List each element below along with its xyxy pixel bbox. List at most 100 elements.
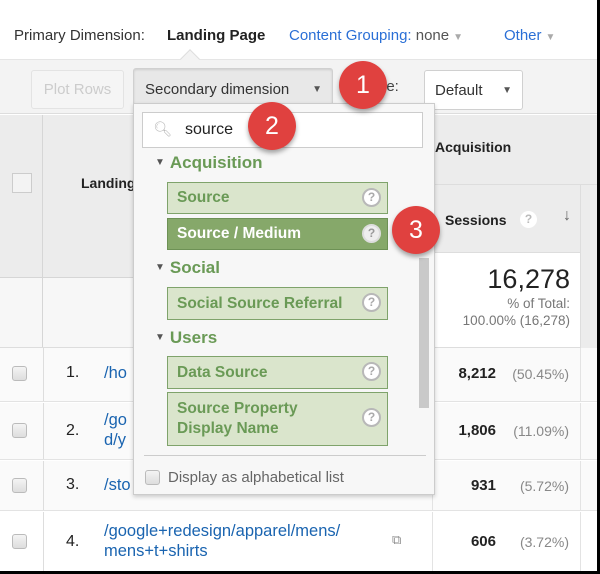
next-column-header [580,185,597,348]
sessions-percent: (3.72%) [519,534,569,550]
option-label: Source / Medium [177,225,302,242]
help-icon[interactable]: ? [362,293,381,312]
content-grouping-label: Content Grouping: [289,27,412,44]
help-icon[interactable]: ? [362,188,381,207]
landing-page-link[interactable]: /go d/y [104,410,127,450]
acquisition-label: Acquisition [435,139,512,155]
divider [144,455,426,456]
sessions-header[interactable]: Sessions ? ↓ [432,185,597,253]
help-icon[interactable]: ? [362,362,381,381]
column-divider [43,461,44,510]
sessions-value: 1,806 [458,422,496,439]
callout-2: 2 [248,102,296,150]
option-social-source-referral[interactable]: Social Source Referral? [167,287,388,320]
link-line: d/y [104,431,127,449]
alphabetical-list-label[interactable]: Display as alphabetical list [168,469,344,486]
secondary-dimension-dropdown: 🔍︎ source ▼ Acquisition Source? Source / … [133,103,435,495]
column-divider [43,512,44,571]
checkbox-column [0,115,43,277]
link-line: /go [104,411,127,429]
primary-dimension-label: Primary Dimension: [14,27,145,44]
row-number: 2. [66,422,80,439]
landing-page-link[interactable]: /ho [104,363,127,383]
content-grouping-dropdown[interactable]: Content Grouping: none ▼ [289,27,463,44]
option-source-property-display-name[interactable]: Source Property Display Name? [167,392,388,446]
chevron-down-icon: ▼ [312,83,322,95]
row-checkbox[interactable] [12,534,27,549]
category-label: Social [169,258,220,277]
report-view: Primary Dimension: Landing Page Content … [0,0,597,571]
help-icon[interactable]: ? [362,408,381,427]
landing-page-link[interactable]: /sto [104,475,131,495]
row-checkbox[interactable] [12,423,27,438]
select-all-checkbox[interactable] [12,173,32,193]
other-dimension-dropdown[interactable]: Other ▼ [504,27,555,44]
total-value: 16,278 [487,264,570,294]
caret-down-icon: ▼ [155,332,165,343]
category-label: Acquisition [169,153,263,172]
option-label: Source [177,189,230,206]
option-label: Source Property Display Name [177,400,298,437]
caret-down-icon: ▼ [155,262,165,273]
row-number: 1. [66,364,80,381]
sessions-label: Sessions [445,212,507,228]
callout-1: 1 [339,61,387,109]
row-checkbox[interactable] [12,366,27,381]
option-label: Social Source Referral [177,295,343,312]
row-number: 4. [66,533,80,550]
primary-dimension-bar: Primary Dimension: Landing Page Content … [0,0,597,69]
sessions-percent: (11.09%) [513,423,569,439]
callout-3: 3 [392,206,440,254]
chevron-down-icon: ▼ [453,32,464,43]
column-divider [432,512,433,571]
chevron-down-icon: ▼ [545,32,556,43]
help-icon[interactable]: ? [362,224,381,243]
total-pct-label: % of Total: [507,296,570,311]
landing-page-link[interactable]: /google+redesign/apparel/mens/mens+t+shi… [104,521,340,561]
sort-type-select[interactable]: Default ▼ [424,70,523,110]
column-divider [580,348,581,401]
acquisition-group-header: Acquisition [432,115,597,185]
search-value: source [185,121,234,138]
landing-page-header[interactable]: Landing [81,175,135,191]
category-label: Users [169,328,218,347]
chevron-down-icon: ▼ [502,84,512,96]
column-divider [43,348,44,401]
content-grouping-value: none [415,27,450,44]
option-data-source[interactable]: Data Source? [167,356,388,389]
sessions-total: 16,278 % of Total: 100.00% (16,278) [432,253,580,348]
option-source[interactable]: Source? [167,182,388,214]
category-users[interactable]: ▼ Users [155,328,217,348]
option-label: Data Source [177,364,268,381]
sessions-value: 931 [470,477,496,494]
open-external-icon[interactable]: ⧉ [392,532,401,548]
alphabetical-list-checkbox[interactable] [145,470,160,485]
link-line: mens+t+shirts [104,542,208,560]
sort-descending-icon[interactable]: ↓ [563,207,571,225]
help-icon[interactable]: ? [520,211,537,228]
other-label: Other [504,27,542,44]
primary-dimension-landing-page[interactable]: Landing Page [167,27,265,44]
category-acquisition[interactable]: ▼ Acquisition [155,153,262,173]
table-row: 4. /google+redesign/apparel/mens/mens+t+… [0,512,597,571]
row-checkbox[interactable] [12,478,27,493]
row-number: 3. [66,476,80,493]
total-pct-value: 100.00% (16,278) [462,313,570,328]
plot-rows-button[interactable]: Plot Rows [31,70,124,109]
category-social[interactable]: ▼ Social [155,258,220,278]
sessions-value: 606 [470,533,496,550]
search-icon: 🔍︎ [153,121,173,138]
option-source-medium[interactable]: Source / Medium? [167,218,388,250]
column-divider [580,461,581,510]
checkbox-column [0,278,43,347]
column-divider [580,403,581,459]
column-divider [43,403,44,459]
dropdown-scrollbar[interactable] [419,258,429,408]
secondary-dimension-label: Secondary dimension [145,80,290,98]
link-line: /google+redesign/apparel/mens/ [104,522,341,540]
column-divider [580,512,581,571]
caret-down-icon: ▼ [155,157,165,168]
sessions-percent: (50.45%) [512,366,569,382]
sessions-percent: (5.72%) [519,478,569,494]
sessions-value: 8,212 [458,365,496,382]
